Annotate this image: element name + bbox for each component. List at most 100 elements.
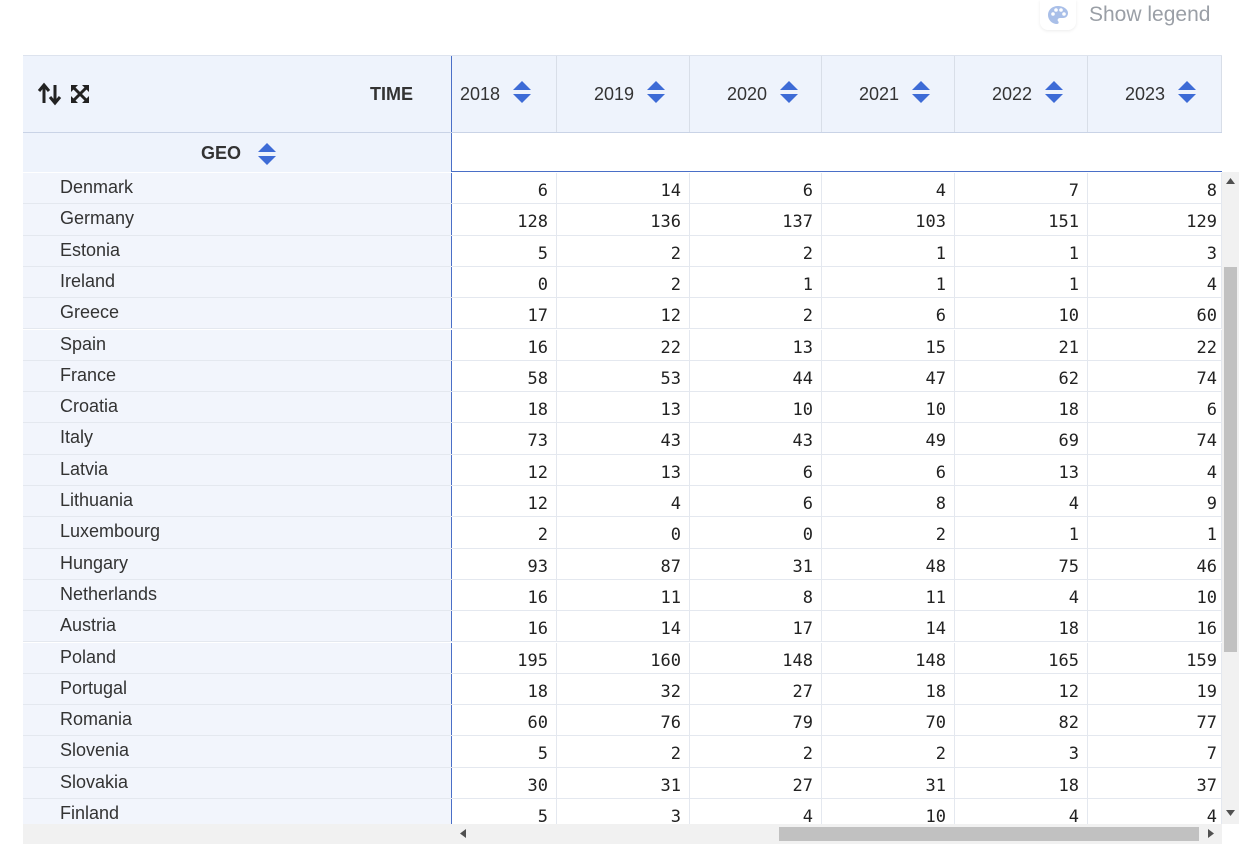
sort-icon[interactable] (1177, 80, 1197, 109)
geo-header-row: GEO (23, 132, 1222, 172)
table-row: Croatia 18 13 10 10 18 6 (23, 392, 1222, 424)
value-cell: 6 (1088, 392, 1222, 423)
geo-row-label: Romania (23, 705, 452, 736)
value-cell: 5 (452, 736, 557, 767)
geo-row-label: Italy (23, 423, 452, 454)
year-label: 2023 (1125, 84, 1166, 104)
value-cell: 9 (1088, 486, 1222, 517)
table-row: Poland 195 160 148 148 165 159 (23, 642, 1222, 674)
year-column-header[interactable]: 2021 (822, 56, 955, 133)
scroll-right-arrow-icon[interactable] (1208, 829, 1214, 838)
value-cell: 31 (557, 767, 690, 798)
value-cell: 1 (955, 235, 1088, 266)
sort-icon[interactable] (1044, 80, 1064, 109)
value-cell: 31 (822, 767, 955, 798)
vertical-scrollbar[interactable] (1222, 172, 1239, 824)
value-cell: 195 (452, 642, 557, 673)
value-cell: 0 (557, 517, 690, 548)
value-cell: 159 (1088, 642, 1222, 673)
value-cell: 148 (690, 642, 822, 673)
horizontal-scrollbar[interactable] (23, 824, 1222, 844)
year-label: 2019 (594, 84, 635, 104)
value-cell: 21 (955, 329, 1088, 360)
value-cell: 2 (557, 266, 690, 298)
year-column-header[interactable]: 2020 (690, 56, 822, 133)
swap-axes-icon[interactable] (37, 82, 63, 111)
year-column-header[interactable]: 2018 (452, 56, 557, 133)
year-label: 2020 (727, 84, 768, 104)
value-cell: 75 (955, 548, 1088, 579)
year-column-header[interactable]: 2019 (557, 56, 690, 133)
value-cell: 1 (690, 266, 822, 298)
geo-row-label: France (23, 360, 452, 392)
value-cell: 73 (452, 423, 557, 454)
value-cell: 148 (822, 642, 955, 673)
value-cell: 151 (955, 204, 1088, 235)
value-cell: 14 (822, 611, 955, 642)
geo-row-label: Germany (23, 204, 452, 235)
value-cell: 16 (452, 611, 557, 642)
value-cell: 47 (822, 360, 955, 392)
value-cell: 18 (452, 673, 557, 705)
value-cell: 10 (955, 298, 1088, 329)
table-row: Slovakia 30 31 27 31 18 37 (23, 767, 1222, 799)
vertical-scroll-thumb[interactable] (1224, 267, 1237, 652)
value-cell: 1 (955, 517, 1088, 548)
value-cell: 74 (1088, 423, 1222, 454)
value-cell: 10 (1088, 579, 1222, 611)
table-row: Greece 17 12 2 6 10 60 (23, 298, 1222, 330)
value-cell: 0 (690, 517, 822, 548)
table-row: Luxembourg 2 0 0 2 1 1 (23, 517, 1222, 549)
value-cell: 37 (1088, 767, 1222, 798)
value-cell: 17 (452, 298, 557, 329)
value-cell: 2 (557, 736, 690, 767)
geo-row-label: Austria (23, 611, 452, 642)
table-row: Ireland 0 2 1 1 1 4 (23, 266, 1222, 299)
show-legend-label: Show legend (1089, 3, 1211, 26)
geo-row-label: Denmark (23, 173, 452, 204)
geo-row-label: Portugal (23, 673, 452, 705)
value-cell: 10 (822, 799, 955, 826)
scroll-left-arrow-icon[interactable] (460, 829, 466, 838)
fullscreen-icon[interactable] (69, 83, 91, 110)
geo-dimension-label: GEO (201, 143, 242, 163)
value-cell: 1 (955, 266, 1088, 298)
sort-icon[interactable] (512, 80, 532, 109)
value-cell: 48 (822, 548, 955, 579)
geo-row-label: Slovenia (23, 736, 452, 767)
table-row: Lithuania 12 4 6 8 4 9 (23, 486, 1222, 518)
geo-row-label: Finland (23, 799, 452, 826)
geo-row-label: Poland (23, 642, 452, 673)
value-cell: 3 (557, 799, 690, 826)
data-table: TIME 2018 2019 2020 2021 2022 2023 GEO Denmar… (23, 55, 1222, 844)
value-cell: 87 (557, 548, 690, 579)
sort-icon[interactable] (779, 80, 799, 109)
geo-sort-icon[interactable] (257, 142, 277, 171)
scroll-down-arrow-icon[interactable] (1226, 810, 1235, 816)
value-cell: 3 (1088, 235, 1222, 266)
value-cell: 8 (1088, 173, 1222, 204)
value-cell: 82 (955, 705, 1088, 736)
show-legend-button[interactable]: Show legend (1040, 0, 1230, 30)
value-cell: 4 (1088, 454, 1222, 485)
value-cell: 53 (557, 360, 690, 392)
value-cell: 43 (690, 423, 822, 454)
table-header: TIME 2018 2019 2020 2021 2022 2023 (23, 55, 1222, 133)
value-cell: 128 (452, 204, 557, 235)
value-cell: 43 (557, 423, 690, 454)
scroll-up-arrow-icon[interactable] (1226, 178, 1235, 184)
table-row: Spain 16 22 13 15 21 22 (23, 329, 1222, 361)
header-corner: TIME (23, 56, 452, 133)
value-cell: 2 (452, 517, 557, 548)
value-cell: 136 (557, 204, 690, 235)
horizontal-scroll-thumb[interactable] (779, 827, 1199, 841)
table-body: Denmark 6 14 6 4 7 8 Germany 128 136 137 103 151 129 E… (23, 173, 1222, 826)
value-cell: 1 (822, 266, 955, 298)
sort-icon[interactable] (646, 80, 666, 109)
year-column-header[interactable]: 2022 (955, 56, 1088, 133)
value-cell: 10 (690, 392, 822, 423)
sort-icon[interactable] (911, 80, 931, 109)
year-column-header[interactable]: 2023 (1088, 56, 1222, 133)
value-cell: 10 (822, 392, 955, 423)
value-cell: 60 (1088, 298, 1222, 329)
